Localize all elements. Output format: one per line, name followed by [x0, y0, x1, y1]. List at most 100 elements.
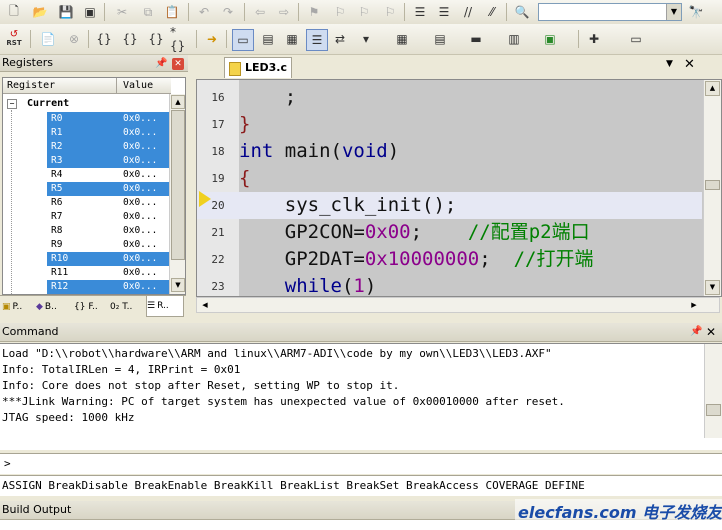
editor-hscrollbar[interactable]: ◀ ▶ [196, 297, 720, 313]
registers-window-icon[interactable]: ☰ [306, 29, 328, 51]
show-next-statement-icon[interactable]: ➜ [202, 29, 222, 49]
code-line[interactable]: 17} [197, 111, 702, 138]
scroll-up-icon[interactable]: ▲ [705, 81, 720, 96]
scroll-up-icon[interactable]: ▲ [171, 95, 185, 109]
step-out-icon[interactable]: {} [146, 29, 166, 49]
undo-icon[interactable]: ↶ [194, 2, 214, 22]
search-combo[interactable]: ▼ [538, 3, 682, 21]
register-row[interactable]: R6 0x0... [3, 196, 171, 210]
uncomment-icon[interactable]: ⁄⁄ [482, 2, 502, 22]
register-row[interactable]: R2 0x0... [3, 140, 171, 154]
code-area[interactable]: 16 ; 17} 18 int main(void) 19{20 sys_clk_ini… [196, 79, 722, 297]
register-row[interactable]: R4 0x0... [3, 168, 171, 182]
call-stack-icon[interactable]: ⇄ [330, 29, 350, 49]
command-vscrollbar[interactable] [704, 344, 722, 438]
save-all-icon[interactable]: ▣ [80, 2, 100, 22]
register-row[interactable]: R5 0x0... [3, 182, 171, 196]
system-viewer-icon[interactable]: ▣ [540, 29, 560, 49]
scroll-down-icon[interactable]: ▼ [171, 278, 185, 292]
nav-back-icon[interactable]: ⇦ [250, 2, 270, 22]
run-to-icon[interactable]: 📄 [38, 29, 58, 49]
tab-registers[interactable]: ☰ R.. [146, 296, 184, 317]
nav-forward-icon[interactable]: ⇨ [274, 2, 294, 22]
code-line[interactable]: 16 ; [197, 84, 702, 111]
disassembly-window-icon[interactable]: ▤ [258, 29, 278, 49]
editor-vscrollbar[interactable]: ▲ ▼ [703, 80, 721, 296]
editor-tab-menu-icon[interactable]: ▼ [666, 59, 673, 69]
register-row[interactable]: R0 0x0... [3, 112, 171, 126]
bookmark-icon[interactable]: ⚑ [304, 2, 324, 22]
line-number: 19 [211, 172, 225, 185]
editor-tab-led3[interactable]: LED3.c [224, 57, 292, 78]
tools-icon[interactable]: ✚ [584, 29, 604, 49]
register-row[interactable]: R12 0x0... [3, 280, 171, 294]
new-file-icon[interactable]: 🗋 [4, 2, 24, 22]
symbols-window-icon[interactable]: ▦ [282, 29, 302, 49]
scroll-thumb[interactable] [706, 404, 721, 416]
indent-icon[interactable]: ☰ [410, 2, 430, 22]
pin-icon[interactable]: 📌 [155, 58, 167, 69]
bookmark-clear-icon[interactable]: ⚐ [380, 2, 400, 22]
code-line[interactable]: 18 int main(void) [197, 138, 702, 165]
code-line[interactable]: 19 { [197, 165, 702, 192]
scroll-down-icon[interactable]: ▼ [705, 280, 720, 295]
copy-icon[interactable]: ⧉ [138, 2, 158, 22]
tab-functions[interactable]: {} F.. [74, 298, 108, 316]
command-input-line[interactable]: > [0, 453, 722, 474]
editor-close-icon[interactable]: ✕ [684, 57, 695, 72]
save-icon[interactable]: 💾 [56, 2, 76, 22]
register-row[interactable]: R3 0x0... [3, 154, 171, 168]
open-folder-icon[interactable]: 📂 [30, 2, 50, 22]
column-header-value[interactable]: Value [117, 78, 171, 94]
register-row[interactable]: R9 0x0... [3, 238, 171, 252]
code-text: GP2DAT=0x10000000; //打开端 [239, 248, 594, 270]
reset-button[interactable]: ↺ RST [4, 28, 24, 50]
register-row[interactable]: R1 0x0... [3, 126, 171, 140]
register-row[interactable]: R10 0x0... [3, 252, 171, 266]
code-line[interactable]: 22 GP2DAT=0x10000000; //打开端 [197, 246, 702, 273]
step-into-icon[interactable]: {} [94, 29, 114, 49]
close-icon[interactable]: ✕ [706, 325, 716, 339]
comment-icon[interactable]: // [458, 2, 478, 22]
bookmark-next-icon[interactable]: ⚐ [354, 2, 374, 22]
trace-window-icon[interactable]: ▥ [504, 29, 524, 49]
register-row[interactable]: R7 0x0... [3, 210, 171, 224]
scroll-thumb[interactable] [171, 110, 185, 260]
cut-icon[interactable]: ✂ [112, 2, 132, 22]
analysis-window-icon[interactable]: ▬ [466, 29, 486, 49]
close-icon[interactable]: ✕ [172, 58, 184, 70]
memory-window-icon[interactable]: ▦ [392, 29, 412, 49]
command-window-icon[interactable]: ▭ [232, 29, 254, 51]
editor-panel: LED3.c ▼ ✕ 16 ; 17} 18 int main(void) 19{20 … [194, 55, 722, 318]
registers-scrollbar[interactable]: ▲ ▼ [169, 94, 185, 294]
scroll-thumb[interactable] [705, 180, 720, 190]
serial-window-icon[interactable]: ▤ [430, 29, 450, 49]
window-layout-icon[interactable]: ▭ [626, 29, 646, 49]
step-over-icon[interactable]: {} [120, 29, 140, 49]
find-icon[interactable]: 🔭 [686, 2, 706, 22]
redo-icon[interactable]: ↷ [218, 2, 238, 22]
register-row[interactable]: R8 0x0... [3, 224, 171, 238]
scroll-right-icon[interactable]: ▶ [687, 299, 701, 311]
find-in-files-icon[interactable]: 🔍 [512, 2, 532, 22]
tab-templates[interactable]: 0₂ T.. [110, 298, 144, 316]
code-line[interactable]: 21 GP2CON=0x00; //配置p2端口 [197, 219, 702, 246]
scroll-left-icon[interactable]: ◀ [198, 299, 212, 311]
chevron-down-icon[interactable]: ▼ [666, 4, 681, 20]
collapse-icon[interactable]: − [7, 99, 17, 109]
tab-books[interactable]: ◆ B.. [36, 298, 70, 316]
stop-icon[interactable]: ⊗ [64, 29, 84, 49]
tree-group-current[interactable]: − Current [3, 97, 171, 111]
code-line[interactable]: 20 sys_clk_init(); [197, 192, 702, 219]
command-output[interactable]: Load "D:\\robot\\hardware\\ARM and linux… [0, 343, 722, 450]
tab-project[interactable]: ▣ P.. [2, 298, 34, 316]
unindent-icon[interactable]: ☰ [434, 2, 454, 22]
column-header-register[interactable]: Register [3, 78, 117, 94]
bookmark-prev-icon[interactable]: ⚐ [330, 2, 350, 22]
pin-icon[interactable]: 📌 [690, 326, 702, 337]
run-to-cursor-icon[interactable]: *{} [170, 25, 190, 53]
register-row[interactable]: R11 0x0... [3, 266, 171, 280]
code-line[interactable]: 23 while(1) [197, 273, 702, 296]
paste-icon[interactable]: 📋 [162, 2, 182, 22]
watch-window-icon[interactable]: ▾ [356, 29, 376, 49]
